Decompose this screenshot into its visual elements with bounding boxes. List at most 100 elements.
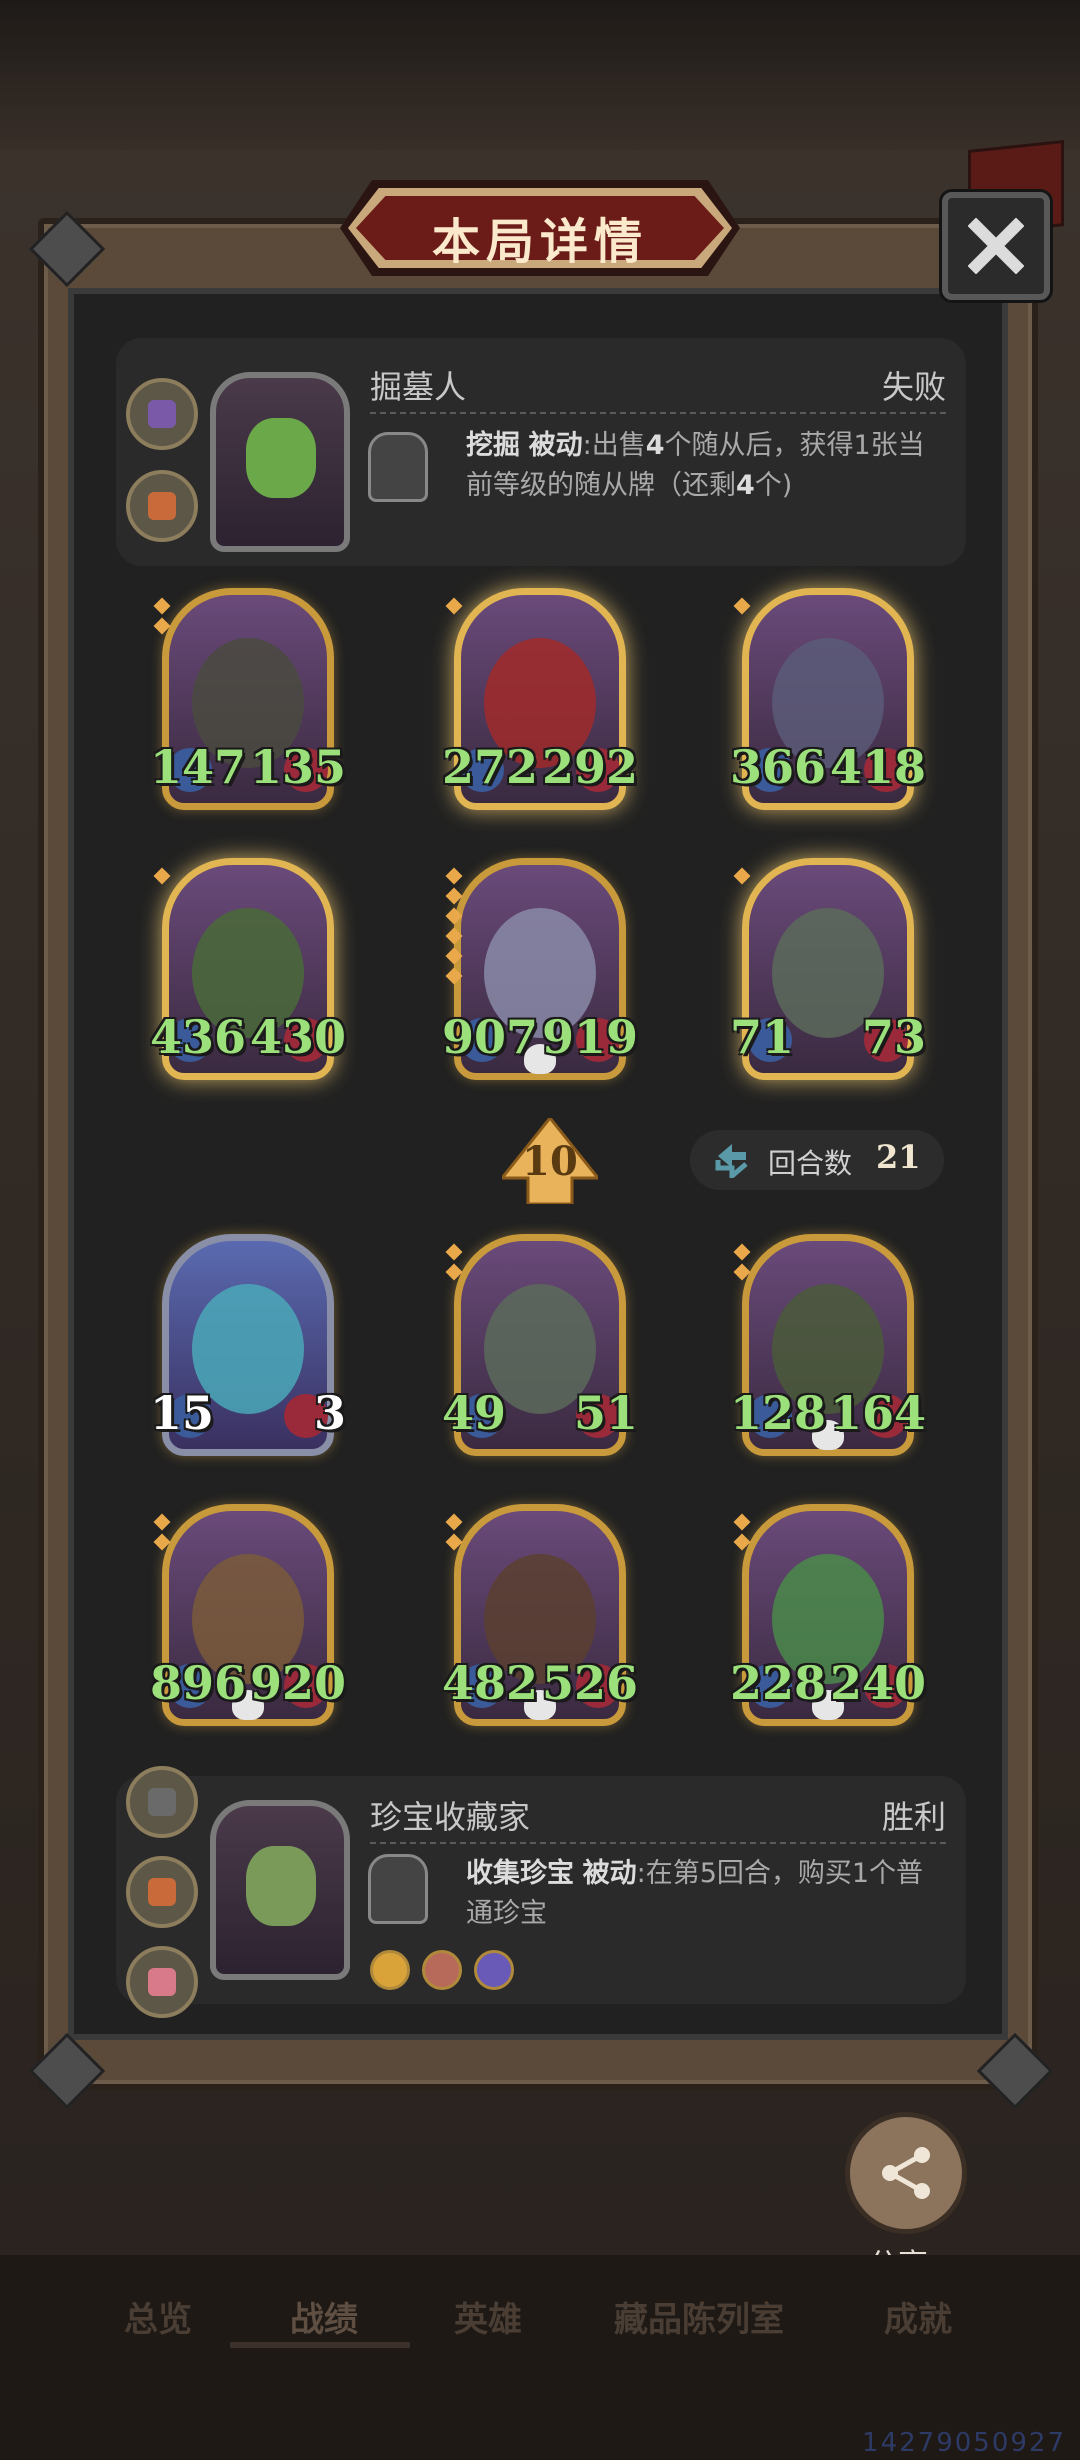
star-icon xyxy=(445,1533,463,1551)
tier-stars xyxy=(153,597,171,640)
player-minion-card[interactable]: 896 920 xyxy=(150,1504,346,1726)
tab-overview[interactable]: 总览 xyxy=(124,2292,192,2341)
fist-icon[interactable] xyxy=(474,1950,514,1990)
player-minion-card[interactable]: 482 526 xyxy=(442,1504,638,1726)
close-button[interactable] xyxy=(942,192,1050,300)
star-icon xyxy=(445,907,463,925)
star-icon xyxy=(445,1243,463,1261)
active-tab-indicator xyxy=(230,2342,410,2348)
opponent-treasure-slot-2[interactable] xyxy=(126,470,198,542)
health-value: 418 xyxy=(829,740,926,794)
player-treasure-slot-2[interactable] xyxy=(126,1856,198,1928)
player-minion-card[interactable]: 49 51 xyxy=(442,1234,638,1456)
health-value: 51 xyxy=(573,1386,638,1440)
page-title: 本局详情 xyxy=(431,214,648,270)
star-icon xyxy=(445,887,463,905)
opponent-result: 失败 xyxy=(881,368,946,406)
divider xyxy=(370,1842,946,1844)
opponent-minion-card[interactable]: 436 430 xyxy=(150,858,346,1080)
health-value: 240 xyxy=(829,1656,926,1710)
opponent-skill-icon[interactable] xyxy=(368,432,428,502)
opponent-minion-card[interactable]: 272 292 xyxy=(442,588,638,810)
star-icon xyxy=(153,867,171,885)
tier-stars xyxy=(733,867,751,890)
attack-value: 49 xyxy=(442,1386,507,1440)
opponent-minion-card[interactable]: 907 919 xyxy=(442,858,638,1080)
health-value: 135 xyxy=(249,740,346,794)
attack-value: 907 xyxy=(442,1010,539,1064)
opponent-hero-portrait[interactable] xyxy=(210,372,350,552)
star-icon xyxy=(733,1243,751,1261)
star-icon xyxy=(153,1533,171,1551)
tier-stars xyxy=(733,597,751,620)
star-icon xyxy=(733,1533,751,1551)
player-skill-text: 收集珍宝 被动:在第5回合，购买1个普通珍宝 xyxy=(466,1858,924,1929)
opponent-minion-card[interactable]: 366 418 xyxy=(730,588,926,810)
star-icon xyxy=(445,967,463,985)
round-value: 21 xyxy=(876,1138,921,1176)
player-hero-portrait[interactable] xyxy=(210,1800,350,1980)
player-hero-name: 珍宝收藏家 xyxy=(370,1798,531,1836)
star-icon xyxy=(733,597,751,615)
tier-stars xyxy=(445,1243,463,1286)
health-value: 164 xyxy=(829,1386,926,1440)
health-value: 526 xyxy=(541,1656,638,1710)
tier-stars xyxy=(445,867,463,990)
star-icon xyxy=(153,597,171,615)
attack-value: 896 xyxy=(150,1656,247,1710)
tab-achievements[interactable]: 成就 xyxy=(884,2292,952,2341)
player-minion-card[interactable]: 15 3 xyxy=(150,1234,346,1456)
player-skill-icon[interactable] xyxy=(368,1854,428,1924)
star-icon xyxy=(445,927,463,945)
tier-stars xyxy=(733,1243,751,1286)
health-value: 292 xyxy=(541,740,638,794)
player-minion-card[interactable]: 128 164 xyxy=(730,1234,926,1456)
player-treasure-slot-1[interactable] xyxy=(126,1766,198,1838)
share-icon xyxy=(882,2147,930,2199)
close-icon xyxy=(968,218,1024,274)
round-counter: 回合数 21 xyxy=(690,1130,944,1190)
tab-records[interactable]: 战绩 xyxy=(290,2292,358,2341)
star-icon xyxy=(733,1513,751,1531)
player-treasure-slot-3[interactable] xyxy=(126,1946,198,2018)
attack-value: 482 xyxy=(442,1656,539,1710)
star-icon xyxy=(445,1513,463,1531)
coin-icon[interactable] xyxy=(422,1950,462,1990)
background-top xyxy=(0,0,1080,160)
tier-stars xyxy=(445,597,463,620)
divider xyxy=(370,412,946,414)
attack-value: 71 xyxy=(730,1010,795,1064)
star-icon xyxy=(445,597,463,615)
user-id: 14279050927 xyxy=(862,2428,1066,2458)
star-icon xyxy=(153,1513,171,1531)
opponent-skill-text: 挖掘 被动:出售4个随从后，获得1张当前等级的随从牌（还剩4个) xyxy=(466,430,925,501)
star-icon xyxy=(445,1263,463,1281)
opponent-minion-card[interactable]: 147 135 xyxy=(150,588,346,810)
refresh-icon xyxy=(715,1144,748,1178)
opponent-minion-card[interactable]: 71 73 xyxy=(730,858,926,1080)
health-value: 430 xyxy=(249,1010,346,1064)
tab-collection[interactable]: 藏品陈列室 xyxy=(614,2292,784,2341)
attack-value: 15 xyxy=(150,1386,215,1440)
tier-stars xyxy=(153,867,171,890)
attack-value: 436 xyxy=(150,1010,247,1064)
tab-heroes[interactable]: 英雄 xyxy=(454,2292,522,2341)
tier-stars xyxy=(445,1513,463,1556)
opponent-treasure-slot-1[interactable] xyxy=(126,378,198,450)
tavern-tier-value: 10 xyxy=(522,1138,578,1185)
attack-value: 366 xyxy=(730,740,827,794)
health-value: 919 xyxy=(541,1010,638,1064)
player-minion-card[interactable]: 228 240 xyxy=(730,1504,926,1726)
tier-stars xyxy=(153,1513,171,1556)
opponent-hero-name: 掘墓人 xyxy=(370,368,467,406)
star-icon xyxy=(153,617,171,635)
star-icon xyxy=(445,947,463,965)
round-label: 回合数 xyxy=(768,1147,853,1180)
crown-icon[interactable] xyxy=(370,1950,410,1990)
share-button[interactable] xyxy=(845,2112,967,2234)
star-icon xyxy=(445,867,463,885)
attack-value: 128 xyxy=(730,1386,827,1440)
attack-value: 228 xyxy=(730,1656,827,1710)
health-value: 3 xyxy=(313,1386,346,1440)
health-value: 920 xyxy=(249,1656,346,1710)
